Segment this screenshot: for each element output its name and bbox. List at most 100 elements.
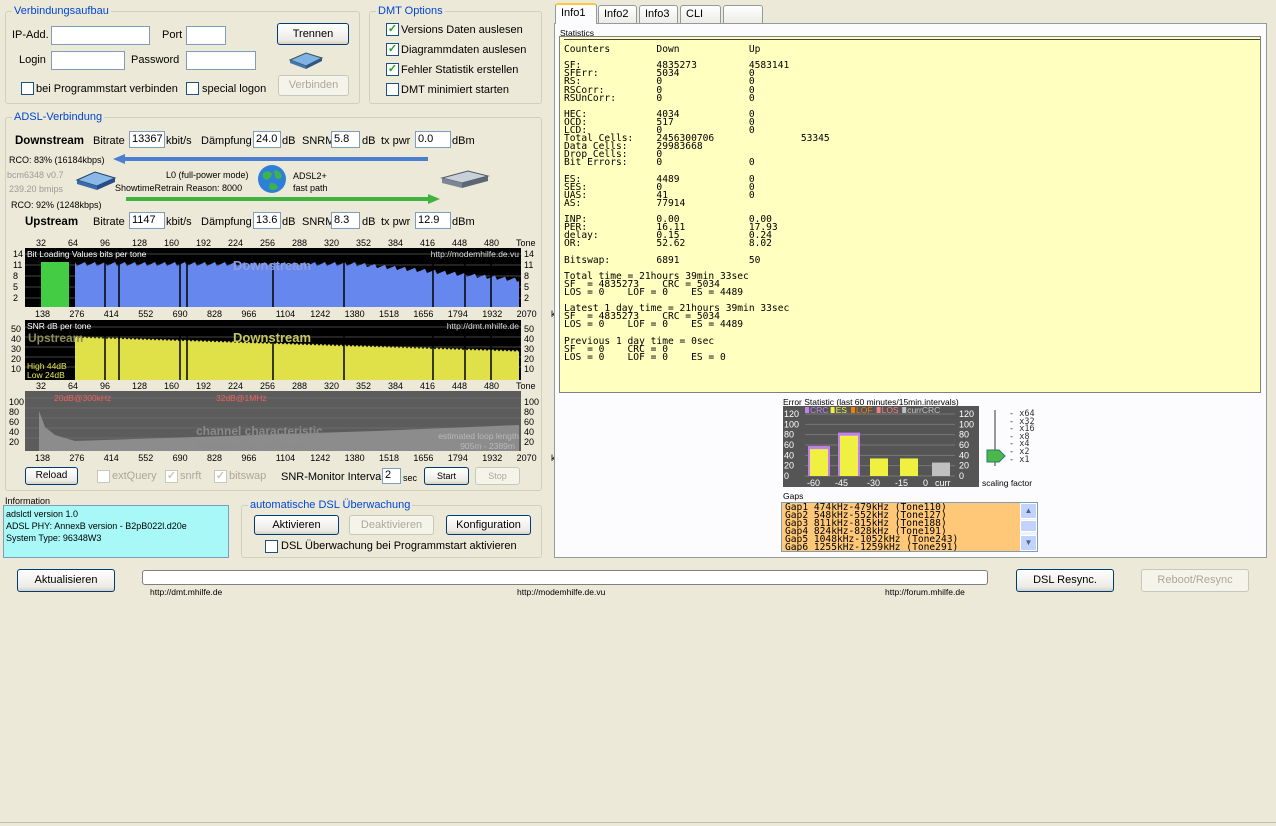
khz-tick: 1518 — [379, 453, 400, 463]
tone-tick: 224 — [228, 381, 244, 391]
snr-low: Low 24dB — [27, 370, 65, 380]
tone-tick: 64 — [68, 381, 79, 391]
login-input[interactable] — [51, 51, 125, 70]
password-input[interactable] — [186, 51, 256, 70]
snr-ytick: 10 — [11, 364, 22, 374]
autostart-monitor-checkbox[interactable] — [265, 540, 278, 553]
stats-row: Bit Errors: 0 0 — [564, 157, 755, 169]
err-ytick: 100 — [784, 419, 799, 429]
rco-down: RCO: 83% (16184kbps) — [9, 155, 105, 165]
bitloading-watermark: Downstream — [233, 258, 312, 273]
khz-tick: 1380 — [344, 309, 365, 319]
snrft-label: snrft — [180, 470, 202, 482]
tone-tick: 160 — [164, 238, 180, 248]
err-xtick: -45 — [835, 478, 848, 487]
channel-label1: 20dB@300kHz — [54, 393, 112, 403]
snr-ytick: 40 — [11, 334, 22, 344]
err-ytick: 100 — [959, 419, 974, 429]
dmt-options-title: DMT Options — [376, 5, 445, 17]
opt-errstat-checkbox[interactable]: ✓ — [386, 63, 399, 76]
tone-tick: 352 — [356, 238, 372, 248]
legend-swatch — [902, 407, 907, 413]
stats-row: OR: 52.62 8.02 — [564, 238, 772, 250]
activate-button[interactable]: Aktivieren — [254, 515, 339, 535]
special-logon-checkbox[interactable] — [186, 82, 199, 95]
up-snrm-label: SNRM — [302, 216, 335, 228]
channel-ytick: 80 — [9, 407, 20, 417]
connect-button[interactable]: Verbinden — [278, 75, 349, 96]
gaps-list[interactable]: Gap1 474kHz-479kHz (Tone110) Gap2 548kHz-… — [781, 502, 1038, 552]
gap-row[interactable]: Gap6 1255kHz-1259kHz (Tone291) — [785, 543, 958, 551]
router-icon — [288, 50, 324, 69]
tone-tick: 480 — [484, 381, 500, 391]
rco-up: RCO: 92% (1248kbps) — [11, 200, 102, 210]
opt-version-checkbox[interactable]: ✓ — [386, 23, 399, 36]
bit-ytick: 11 — [524, 260, 534, 270]
downstream-arrow — [113, 154, 428, 164]
khz-tick: 414 — [103, 309, 119, 319]
upstream-label: Upstream — [25, 216, 79, 228]
up-bitrate-label: Bitrate — [93, 216, 125, 228]
tone-tick: 256 — [260, 381, 276, 391]
scroll-thumb[interactable] — [1020, 520, 1037, 532]
stats-row: Counters Down Up — [564, 44, 761, 55]
reload-button[interactable]: Reload — [25, 467, 78, 485]
link-forum[interactable]: http://forum.mhilfe.de — [885, 586, 965, 599]
refresh-button[interactable]: Aktualisieren — [17, 569, 115, 592]
link-modemhilfe[interactable]: http://modemhilfe.de.vu — [517, 586, 605, 599]
snrft-checkbox[interactable]: ✓ — [165, 470, 178, 483]
khz-tick: 1794 — [447, 453, 468, 463]
deactivate-button[interactable]: Deaktivieren — [349, 515, 434, 535]
tab-info1[interactable]: Info1 — [555, 3, 597, 24]
stats-row: LOS = 0 LOF = 0 ES = 4489 — [564, 319, 744, 331]
dsl-resync-button[interactable]: DSL Resync. — [1016, 569, 1114, 592]
err-ytick: 60 — [784, 440, 794, 450]
currcrc-bar — [932, 462, 950, 476]
disconnect-button[interactable]: Trennen — [277, 23, 349, 45]
down-snrm-value: 5.8 — [331, 131, 360, 148]
khz-tick: 2070 — [516, 309, 537, 319]
err-xtick: curr — [935, 478, 951, 487]
start-button[interactable]: Start — [424, 467, 469, 485]
link-dmt[interactable]: http://dmt.mhilfe.de — [150, 586, 222, 599]
bit-ytick: 5 — [13, 282, 19, 292]
err-ytick: 80 — [784, 430, 794, 440]
tab-cli[interactable]: CLI — [680, 5, 721, 23]
snr-ytick: 20 — [524, 354, 535, 364]
port-input[interactable] — [186, 26, 226, 45]
khz-tick: 1794 — [447, 309, 468, 319]
khz-tick: 552 — [138, 309, 154, 319]
scale-slider[interactable] — [985, 408, 1009, 468]
channel-att: attenuation (DB) / dB per tone — [196, 441, 309, 451]
tone-tick: 320 — [324, 381, 340, 391]
opt-minimized-checkbox[interactable] — [386, 83, 399, 96]
scroll-down-icon[interactable]: ▼ — [1020, 535, 1037, 551]
khz-tick: 690 — [172, 453, 188, 463]
down-txpwr-value: 0.0 — [415, 131, 451, 148]
bitswap-checkbox[interactable]: ✓ — [214, 470, 227, 483]
err-ytick: 80 — [959, 430, 969, 440]
tab-info3[interactable]: Info3 — [639, 5, 678, 23]
config-button[interactable]: Konfiguration — [446, 515, 531, 535]
ip-input[interactable] — [51, 26, 150, 45]
es-bar — [870, 458, 888, 476]
opt-diagram-checkbox[interactable]: ✓ — [386, 43, 399, 56]
gaps-scrollbar[interactable]: ▲ ▼ — [1020, 503, 1037, 551]
tab-blank[interactable] — [723, 5, 763, 23]
extquery-checkbox[interactable] — [97, 470, 110, 483]
autoconnect-checkbox[interactable] — [21, 82, 34, 95]
es-bar — [840, 435, 858, 476]
khz-tick: 1242 — [310, 453, 331, 463]
stop-button[interactable]: Stop — [475, 467, 520, 485]
legend-label: ES — [836, 406, 848, 415]
tab-info2[interactable]: Info2 — [598, 5, 637, 23]
err-ytick: 120 — [959, 409, 974, 419]
err-ytick: 20 — [784, 461, 794, 471]
scroll-up-icon[interactable]: ▲ — [1020, 503, 1037, 519]
interval-input[interactable]: 2 — [382, 468, 401, 484]
tone-tick: 448 — [452, 381, 468, 391]
reboot-resync-button[interactable]: Reboot/Resync — [1141, 569, 1249, 592]
tone-tick: 96 — [100, 238, 111, 248]
up-bitrate-unit: kbit/s — [166, 216, 192, 228]
bitswap-label: bitswap — [229, 470, 267, 482]
